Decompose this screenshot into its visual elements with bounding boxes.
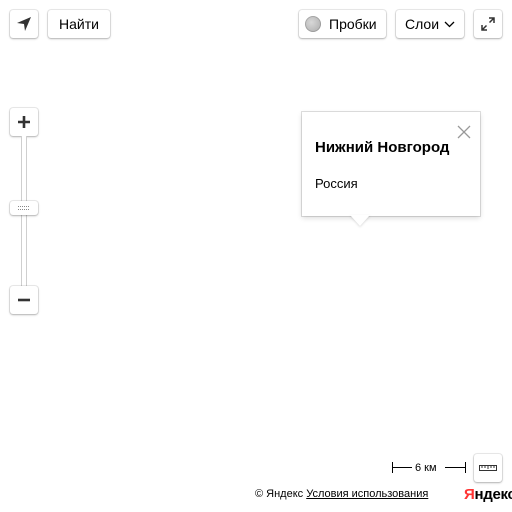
search-button-label: Найти	[59, 16, 99, 32]
place-balloon: Нижний Новгород Россия	[302, 112, 480, 216]
scale-line-left	[392, 467, 412, 468]
map-copyrights: © Яндекс Условия использования	[255, 488, 428, 500]
zoom-out-button[interactable]	[10, 286, 38, 314]
scale-label: 6 км	[415, 462, 437, 474]
layers-button[interactable]: Слои	[396, 10, 464, 38]
balloon-title: Нижний Новгород	[315, 139, 450, 156]
search-button[interactable]: Найти	[48, 10, 110, 38]
copyright-text: © Яндекс	[255, 488, 304, 500]
balloon-subtitle: Россия	[315, 176, 358, 191]
map-scale: 6 км	[392, 461, 466, 475]
terms-of-use-link[interactable]: Условия использования	[306, 488, 428, 500]
minus-icon	[18, 298, 30, 302]
chevron-down-icon	[444, 21, 455, 27]
balloon-tail	[350, 215, 370, 226]
plus-icon	[18, 116, 30, 128]
arrow-navigation-icon	[17, 17, 31, 31]
yandex-logo[interactable]: Яндекс	[464, 486, 512, 503]
layers-button-label: Слои	[404, 16, 440, 32]
traffic-button[interactable]: Пробки	[299, 10, 386, 38]
close-icon[interactable]	[456, 124, 472, 140]
traffic-button-label: Пробки	[329, 16, 377, 32]
yandex-logo-rest: ндекс	[474, 486, 512, 503]
geolocation-button[interactable]	[10, 10, 38, 38]
zoom-slider-handle[interactable]	[10, 201, 38, 215]
fullscreen-button[interactable]	[474, 10, 502, 38]
traffic-light-icon	[305, 16, 321, 32]
scale-line-right	[445, 467, 465, 468]
grip-icon	[18, 205, 29, 210]
scale-tick-right	[465, 462, 466, 473]
zoom-in-button[interactable]	[10, 108, 38, 136]
yandex-logo-first-letter: Я	[464, 486, 475, 503]
ruler-button[interactable]	[474, 454, 502, 482]
expand-icon	[481, 17, 495, 31]
ruler-icon	[479, 465, 497, 471]
